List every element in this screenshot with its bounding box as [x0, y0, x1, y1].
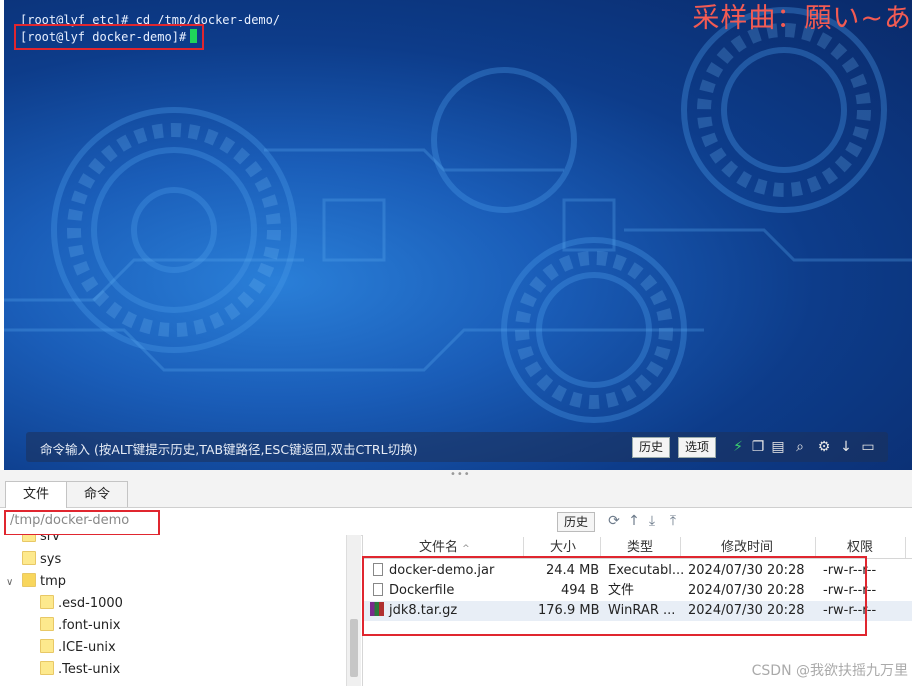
tree-item-label: srv: [40, 535, 60, 544]
tree-item-ice-unix[interactable]: .ICE-unix: [40, 638, 116, 658]
tree-item-sys[interactable]: sys: [22, 550, 61, 570]
archive-icon: [370, 602, 384, 616]
tree-item-tmp[interactable]: tmp: [22, 572, 66, 592]
directory-tree[interactable]: srv sys ∨ tmp .esd-1000 .font-unix .ICE-…: [0, 535, 360, 686]
file-modified: 2024/07/30 20:28: [688, 563, 805, 578]
folder-icon: [22, 535, 36, 542]
tree-item-label: tmp: [40, 574, 67, 589]
column-divider[interactable]: [905, 537, 906, 558]
folder-icon: [40, 639, 54, 653]
tab-files[interactable]: 文件: [5, 481, 67, 508]
column-name[interactable]: 文件名 ^: [419, 539, 470, 558]
folder-icon: [22, 551, 36, 565]
column-modified[interactable]: 修改时间: [721, 539, 773, 557]
history-button[interactable]: 历史: [632, 437, 671, 458]
command-input-bar[interactable]: 命令输入 (按ALT键提示历史,TAB键路径,ESC键返回,双击CTRL切换) …: [26, 432, 888, 462]
panel-splitter[interactable]: •••: [0, 469, 912, 480]
file-permissions: -rw-r--r--: [823, 603, 877, 618]
scrollbar-thumb[interactable]: [350, 619, 358, 677]
file-row[interactable]: jdk8.tar.gz 176.9 MB WinRAR ... 2024/07/…: [363, 601, 912, 621]
tree-item-label: .ICE-unix: [58, 640, 116, 655]
gear-icon[interactable]: ⚙: [816, 439, 832, 455]
column-divider[interactable]: [600, 537, 601, 558]
copy-icon[interactable]: ❐: [750, 439, 766, 455]
column-divider[interactable]: [815, 537, 816, 558]
tree-item-label: .Test-unix: [58, 662, 121, 677]
folder-open-icon: [22, 573, 36, 587]
tree-item-esd[interactable]: .esd-1000: [40, 594, 123, 614]
file-modified: 2024/07/30 20:28: [688, 603, 805, 618]
folder-icon: [40, 595, 54, 609]
options-button[interactable]: 选项: [678, 437, 717, 458]
sort-asc-icon: ^: [462, 544, 470, 554]
folder-icon: [40, 617, 54, 631]
file-size: 494 B: [561, 583, 599, 598]
path-bar: /tmp/docker-demo 历史 ⟳ ↑ ⤓ ⤒: [0, 508, 912, 536]
command-input-hint[interactable]: 命令输入 (按ALT键提示历史,TAB键路径,ESC键返回,双击CTRL切换): [40, 439, 417, 458]
file-name: Dockerfile: [389, 583, 455, 598]
column-name-label: 文件名: [419, 540, 459, 555]
file-row[interactable]: docker-demo.jar 24.4 MB Executabl... 202…: [363, 561, 912, 581]
window-icon[interactable]: ▭: [860, 439, 876, 455]
watermark: CSDN @我欲扶摇九万里: [751, 663, 908, 679]
file-permissions: -rw-r--r--: [823, 563, 877, 578]
tree-item-label: .font-unix: [58, 618, 121, 633]
path-history-button[interactable]: 历史: [557, 512, 596, 532]
column-divider[interactable]: [523, 537, 524, 558]
document-icon: [373, 583, 383, 596]
column-divider[interactable]: [680, 537, 681, 558]
tab-commands[interactable]: 命令: [66, 481, 128, 507]
chevron-down-icon[interactable]: ∨: [6, 577, 13, 588]
column-size[interactable]: 大小: [550, 539, 576, 557]
paste-icon[interactable]: ▤: [770, 439, 786, 455]
terminal-panel[interactable]: [root@lyf etc]# cd /tmp/docker-demo/ [ro…: [4, 0, 912, 470]
document-icon: [373, 563, 383, 576]
tree-item-label: .esd-1000: [58, 596, 123, 611]
file-size: 176.9 MB: [538, 603, 600, 618]
folder-icon: [40, 661, 54, 675]
file-name: jdk8.tar.gz: [389, 603, 458, 618]
download-icon[interactable]: ⤓: [645, 513, 659, 529]
terminal-background-art: [4, 7, 912, 423]
search-icon[interactable]: ⌕: [792, 439, 808, 455]
column-type[interactable]: 类型: [627, 539, 653, 557]
download-icon[interactable]: ↓: [838, 439, 854, 455]
tree-scrollbar[interactable]: [346, 535, 361, 686]
file-modified: 2024/07/30 20:28: [688, 583, 805, 598]
terminal-line: [root@lyf etc]# cd /tmp/docker-demo/: [20, 13, 281, 27]
file-type: Executabl...: [608, 563, 685, 578]
file-type: 文件: [608, 583, 635, 598]
bottom-tabs: 文件 命令: [0, 478, 912, 508]
terminal-prompt-line[interactable]: [root@lyf docker-demo]#: [20, 29, 280, 46]
bolt-icon[interactable]: ⚡: [730, 439, 746, 455]
cursor-icon: [190, 29, 198, 43]
file-list-header: 文件名 ^ 大小 类型 修改时间 权限: [363, 537, 912, 559]
overlay-title: 采样曲：願い~あ: [692, 3, 912, 34]
file-row[interactable]: Dockerfile 494 B 文件 2024/07/30 20:28 -rw…: [363, 581, 912, 601]
file-type: WinRAR ...: [608, 603, 676, 618]
file-size: 24.4 MB: [546, 563, 600, 578]
tree-item-test-unix[interactable]: .Test-unix: [40, 660, 120, 680]
column-permissions[interactable]: 权限: [847, 539, 873, 557]
up-icon[interactable]: ↑: [627, 513, 641, 529]
refresh-icon[interactable]: ⟳: [607, 513, 621, 529]
tree-item-srv[interactable]: srv: [22, 535, 60, 547]
tree-item-label: sys: [40, 552, 62, 567]
tree-item-font-unix[interactable]: .font-unix: [40, 616, 120, 636]
terminal-output: [root@lyf etc]# cd /tmp/docker-demo/ [ro…: [20, 12, 280, 46]
terminal-prompt: [root@lyf docker-demo]#: [20, 30, 187, 44]
file-name: docker-demo.jar: [389, 563, 495, 578]
upload-icon[interactable]: ⤒: [666, 513, 680, 529]
path-input[interactable]: /tmp/docker-demo: [6, 510, 546, 531]
file-permissions: -rw-r--r--: [823, 583, 877, 598]
